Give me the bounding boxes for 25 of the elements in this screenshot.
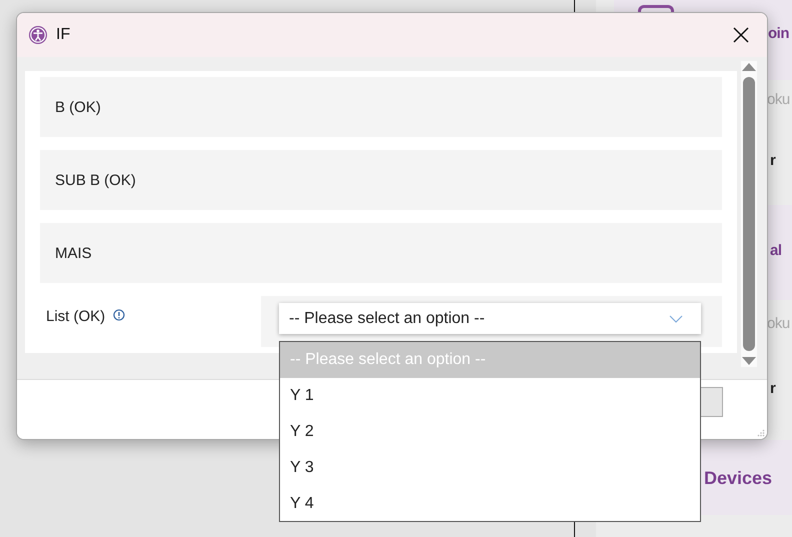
- chevron-down-icon: [669, 314, 683, 322]
- dropdown-option[interactable]: Y 3: [280, 450, 700, 486]
- dropdown-option[interactable]: Y 2: [280, 414, 700, 450]
- section-title: MAIS: [55, 244, 92, 262]
- info-icon: [113, 309, 126, 321]
- background-text: oin: [768, 24, 789, 44]
- section-title: B (OK): [55, 98, 101, 116]
- field-label: List (OK): [46, 308, 106, 325]
- background-text: al: [770, 241, 782, 261]
- dropdown-option[interactable]: Y 4: [280, 486, 700, 522]
- select-field[interactable]: -- Please select an option --: [279, 303, 701, 334]
- background-text: oku: [767, 314, 790, 334]
- person-icon: [28, 25, 48, 45]
- background-text: r: [770, 379, 776, 399]
- scroll-down-icon[interactable]: [742, 357, 756, 365]
- section-title: SUB B (OK): [55, 172, 136, 188]
- background-text: r: [770, 151, 776, 171]
- background-text: Devices: [704, 467, 772, 489]
- resize-grip-icon: [757, 429, 765, 437]
- footer-button[interactable]: [700, 387, 723, 417]
- background-text: oku: [767, 90, 790, 110]
- scroll-up-icon[interactable]: [742, 63, 756, 71]
- scrollbar[interactable]: [741, 61, 757, 367]
- dropdown-option[interactable]: Y 1: [280, 378, 700, 414]
- window-title: IF: [56, 26, 72, 44]
